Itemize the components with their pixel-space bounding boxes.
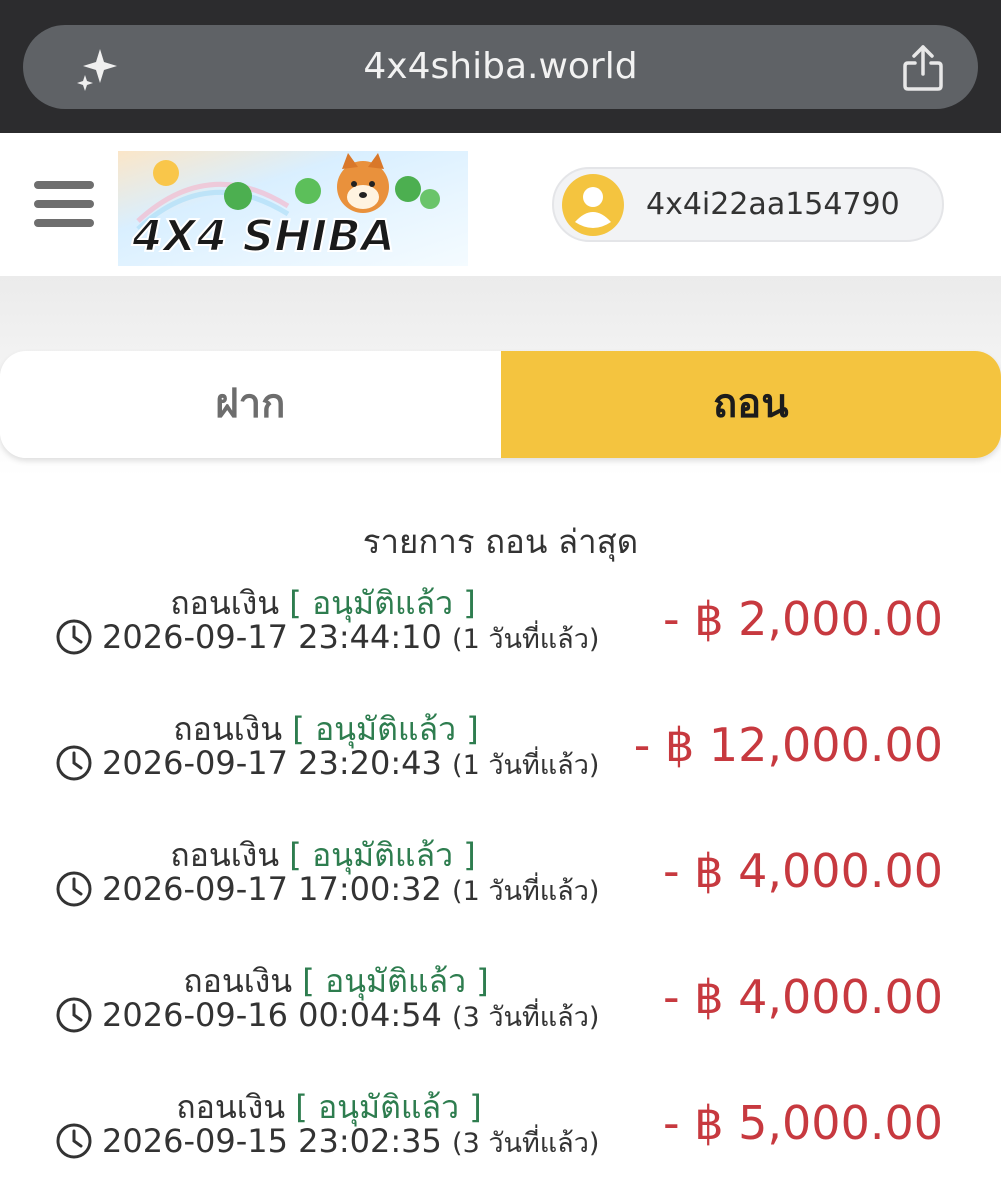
user-id: 4x4i22aa154790	[646, 187, 900, 222]
transaction-amount: - ฿ 2,000.00	[663, 592, 943, 646]
list-item: ถอนเงิน [ อนุมัติแล้ว ] 2026-09-17 23:20…	[0, 704, 1001, 814]
transaction-amount: - ฿ 4,000.00	[663, 844, 943, 898]
user-account-pill[interactable]: 4x4i22aa154790	[552, 167, 944, 242]
tab-withdraw[interactable]: ถอน	[500, 351, 1001, 458]
url-text: 4x4shiba.world	[363, 46, 638, 87]
clock-icon	[56, 745, 92, 781]
transaction-datetime: 2026-09-15 23:02:35	[102, 1122, 442, 1160]
transaction-datetime: 2026-09-16 00:04:54	[102, 996, 442, 1034]
browser-toolbar: 4x4shiba.world	[0, 0, 1001, 133]
clock-icon	[56, 619, 92, 655]
list-title: รายการ ถอน ล่าสุด	[362, 522, 639, 561]
site-logo[interactable]: 4X4 SHIBA	[118, 151, 468, 266]
transaction-ago: (1 วันที่แล้ว)	[452, 750, 600, 781]
transaction-amount: - ฿ 12,000.00	[633, 718, 943, 772]
transaction-datetime: 2026-09-17 17:00:32	[102, 870, 442, 908]
clock-icon	[56, 997, 92, 1033]
menu-icon[interactable]	[34, 181, 94, 229]
transaction-ago: (1 วันที่แล้ว)	[452, 624, 600, 655]
transaction-amount: - ฿ 5,000.00	[663, 1096, 943, 1150]
list-item: ถอนเงิน [ อนุมัติแล้ว ] 2026-09-16 00:04…	[0, 956, 1001, 1066]
transaction-tabs: ฝาก ถอน	[0, 351, 1001, 458]
transaction-ago: (3 วันที่แล้ว)	[452, 1002, 600, 1033]
list-item: ถอนเงิน [ อนุมัติแล้ว ] 2026-09-15 23:02…	[0, 1082, 1001, 1192]
transaction-datetime: 2026-09-17 23:20:43	[102, 744, 442, 782]
site-header: 4X4 SHIBA 4x4i22aa154790	[0, 133, 1001, 276]
address-bar[interactable]: 4x4shiba.world	[23, 25, 978, 109]
user-avatar-icon	[562, 174, 624, 236]
tab-deposit[interactable]: ฝาก	[0, 351, 501, 458]
logo-text: 4X4 SHIBA	[131, 211, 395, 262]
transaction-amount: - ฿ 4,000.00	[663, 970, 943, 1024]
transaction-datetime: 2026-09-17 23:44:10	[102, 618, 442, 656]
list-item: ถอนเงิน [ อนุมัติแล้ว ] 2026-09-17 23:44…	[0, 578, 1001, 688]
clock-icon	[56, 871, 92, 907]
transaction-ago: (1 วันที่แล้ว)	[452, 876, 600, 907]
clock-icon	[56, 1123, 92, 1159]
transaction-ago: (3 วันที่แล้ว)	[452, 1128, 600, 1159]
share-icon[interactable]	[900, 43, 946, 93]
list-item: ถอนเงิน [ อนุมัติแล้ว ] 2026-09-17 17:00…	[0, 830, 1001, 940]
